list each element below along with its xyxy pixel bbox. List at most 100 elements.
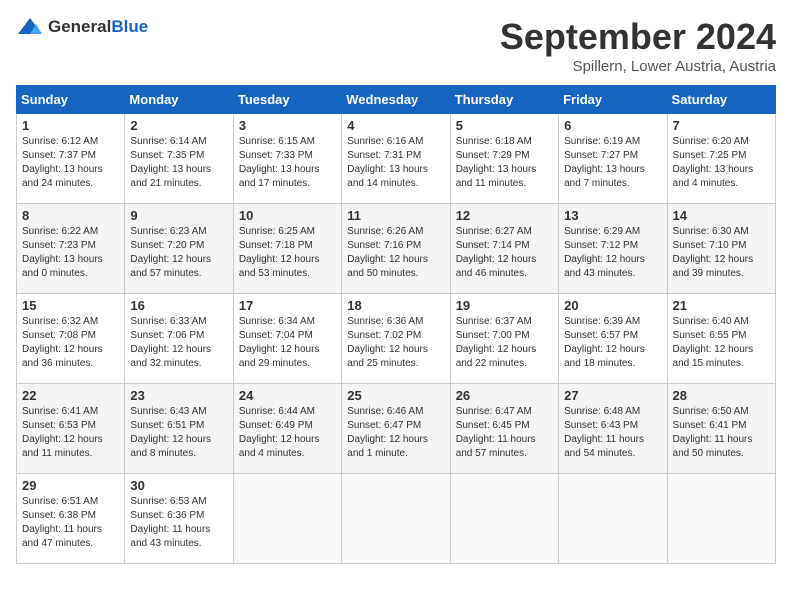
day-number: 3 (239, 118, 336, 133)
day-info: Sunrise: 6:18 AM Sunset: 7:29 PM Dayligh… (456, 135, 553, 191)
day-info: Sunrise: 6:29 AM Sunset: 7:12 PM Dayligh… (564, 225, 661, 281)
day-info: Sunrise: 6:40 AM Sunset: 6:55 PM Dayligh… (673, 315, 770, 371)
calendar-week-row: 1 Sunrise: 6:12 AM Sunset: 7:37 PM Daylig… (17, 114, 776, 204)
day-info: Sunrise: 6:19 AM Sunset: 7:27 PM Dayligh… (564, 135, 661, 191)
calendar-cell: 11 Sunrise: 6:26 AM Sunset: 7:16 PM Dayli… (342, 204, 450, 294)
weekday-header-row: SundayMondayTuesdayWednesdayThursdayFrid… (17, 86, 776, 114)
logo-general: General (48, 17, 111, 36)
calendar-subtitle: Spillern, Lower Austria, Austria (500, 58, 776, 75)
day-info: Sunrise: 6:48 AM Sunset: 6:43 PM Dayligh… (564, 405, 661, 461)
day-info: Sunrise: 6:25 AM Sunset: 7:18 PM Dayligh… (239, 225, 336, 281)
day-info: Sunrise: 6:34 AM Sunset: 7:04 PM Dayligh… (239, 315, 336, 371)
calendar-cell: 15 Sunrise: 6:32 AM Sunset: 7:08 PM Dayli… (17, 294, 125, 384)
day-number: 14 (673, 208, 770, 223)
weekday-header-sunday: Sunday (17, 86, 125, 114)
calendar-cell: 1 Sunrise: 6:12 AM Sunset: 7:37 PM Daylig… (17, 114, 125, 204)
calendar-cell: 14 Sunrise: 6:30 AM Sunset: 7:10 PM Dayli… (667, 204, 775, 294)
calendar-cell: 17 Sunrise: 6:34 AM Sunset: 7:04 PM Dayli… (233, 294, 341, 384)
calendar-week-row: 8 Sunrise: 6:22 AM Sunset: 7:23 PM Daylig… (17, 204, 776, 294)
calendar-table: SundayMondayTuesdayWednesdayThursdayFrid… (16, 85, 776, 564)
calendar-week-row: 22Sunrise: 6:41 AM Sunset: 6:53 PM Dayli… (17, 384, 776, 474)
day-number: 24 (239, 388, 336, 403)
calendar-cell: 2Sunrise: 6:14 AM Sunset: 7:35 PM Daylig… (125, 114, 233, 204)
calendar-cell (450, 474, 558, 564)
logo: GeneralBlue (16, 16, 148, 38)
day-info: Sunrise: 6:47 AM Sunset: 6:45 PM Dayligh… (456, 405, 553, 461)
weekday-header-monday: Monday (125, 86, 233, 114)
day-number: 26 (456, 388, 553, 403)
day-info: Sunrise: 6:22 AM Sunset: 7:23 PM Dayligh… (22, 225, 119, 281)
day-info: Sunrise: 6:15 AM Sunset: 7:33 PM Dayligh… (239, 135, 336, 191)
day-number: 20 (564, 298, 661, 313)
day-number: 8 (22, 208, 119, 223)
calendar-cell: 24 Sunrise: 6:44 AM Sunset: 6:49 PM Dayli… (233, 384, 341, 474)
calendar-cell: 19 Sunrise: 6:37 AM Sunset: 7:00 PM Dayli… (450, 294, 558, 384)
day-info: Sunrise: 6:16 AM Sunset: 7:31 PM Dayligh… (347, 135, 444, 191)
calendar-cell: 3 Sunrise: 6:15 AM Sunset: 7:33 PM Daylig… (233, 114, 341, 204)
day-number: 1 (22, 118, 119, 133)
weekday-header-friday: Friday (559, 86, 667, 114)
day-info: Sunrise: 6:51 AM Sunset: 6:38 PM Dayligh… (22, 495, 119, 551)
calendar-cell (559, 474, 667, 564)
calendar-cell: 7 Sunrise: 6:20 AM Sunset: 7:25 PM Daylig… (667, 114, 775, 204)
day-info: Sunrise: 6:44 AM Sunset: 6:49 PM Dayligh… (239, 405, 336, 461)
calendar-title: September 2024 (500, 16, 776, 58)
calendar-cell: 10 Sunrise: 6:25 AM Sunset: 7:18 PM Dayli… (233, 204, 341, 294)
day-info: Sunrise: 6:39 AM Sunset: 6:57 PM Dayligh… (564, 315, 661, 371)
day-number: 23 (130, 388, 227, 403)
day-number: 11 (347, 208, 444, 223)
day-number: 13 (564, 208, 661, 223)
day-number: 29 (22, 478, 119, 493)
day-number: 12 (456, 208, 553, 223)
day-info: Sunrise: 6:41 AM Sunset: 6:53 PM Dayligh… (22, 405, 119, 461)
weekday-header-wednesday: Wednesday (342, 86, 450, 114)
day-info: Sunrise: 6:32 AM Sunset: 7:08 PM Dayligh… (22, 315, 119, 371)
day-info: Sunrise: 6:20 AM Sunset: 7:25 PM Dayligh… (673, 135, 770, 191)
calendar-cell: 28 Sunrise: 6:50 AM Sunset: 6:41 PM Dayli… (667, 384, 775, 474)
day-number: 27 (564, 388, 661, 403)
calendar-cell: 29 Sunrise: 6:51 AM Sunset: 6:38 PM Dayli… (17, 474, 125, 564)
calendar-week-row: 29 Sunrise: 6:51 AM Sunset: 6:38 PM Dayli… (17, 474, 776, 564)
day-number: 28 (673, 388, 770, 403)
calendar-cell: 30 Sunrise: 6:53 AM Sunset: 6:36 PM Dayli… (125, 474, 233, 564)
day-info: Sunrise: 6:43 AM Sunset: 6:51 PM Dayligh… (130, 405, 227, 461)
calendar-cell: 27 Sunrise: 6:48 AM Sunset: 6:43 PM Dayli… (559, 384, 667, 474)
calendar-cell: 23 Sunrise: 6:43 AM Sunset: 6:51 PM Dayli… (125, 384, 233, 474)
calendar-cell: 13 Sunrise: 6:29 AM Sunset: 7:12 PM Dayli… (559, 204, 667, 294)
day-info: Sunrise: 6:26 AM Sunset: 7:16 PM Dayligh… (347, 225, 444, 281)
day-info: Sunrise: 6:14 AM Sunset: 7:35 PM Dayligh… (130, 135, 227, 191)
calendar-cell (342, 474, 450, 564)
day-number: 16 (130, 298, 227, 313)
day-number: 7 (673, 118, 770, 133)
day-info: Sunrise: 6:23 AM Sunset: 7:20 PM Dayligh… (130, 225, 227, 281)
day-number: 15 (22, 298, 119, 313)
day-number: 25 (347, 388, 444, 403)
logo-icon (16, 16, 44, 38)
title-area: September 2024 Spillern, Lower Austria, … (500, 16, 776, 75)
day-info: Sunrise: 6:46 AM Sunset: 6:47 PM Dayligh… (347, 405, 444, 461)
calendar-cell (667, 474, 775, 564)
day-info: Sunrise: 6:27 AM Sunset: 7:14 PM Dayligh… (456, 225, 553, 281)
calendar-cell: 22Sunrise: 6:41 AM Sunset: 6:53 PM Dayli… (17, 384, 125, 474)
calendar-cell: 20 Sunrise: 6:39 AM Sunset: 6:57 PM Dayli… (559, 294, 667, 384)
day-info: Sunrise: 6:50 AM Sunset: 6:41 PM Dayligh… (673, 405, 770, 461)
day-number: 10 (239, 208, 336, 223)
day-info: Sunrise: 6:30 AM Sunset: 7:10 PM Dayligh… (673, 225, 770, 281)
calendar-cell: 25 Sunrise: 6:46 AM Sunset: 6:47 PM Dayli… (342, 384, 450, 474)
calendar-cell: 18Sunrise: 6:36 AM Sunset: 7:02 PM Dayli… (342, 294, 450, 384)
weekday-header-thursday: Thursday (450, 86, 558, 114)
calendar-cell: 8 Sunrise: 6:22 AM Sunset: 7:23 PM Daylig… (17, 204, 125, 294)
weekday-header-saturday: Saturday (667, 86, 775, 114)
calendar-cell: 21Sunrise: 6:40 AM Sunset: 6:55 PM Dayli… (667, 294, 775, 384)
calendar-cell: 12 Sunrise: 6:27 AM Sunset: 7:14 PM Dayli… (450, 204, 558, 294)
day-number: 30 (130, 478, 227, 493)
calendar-cell: 26 Sunrise: 6:47 AM Sunset: 6:45 PM Dayli… (450, 384, 558, 474)
day-info: Sunrise: 6:37 AM Sunset: 7:00 PM Dayligh… (456, 315, 553, 371)
page-header: GeneralBlue September 2024 Spillern, Low… (16, 16, 776, 75)
day-number: 17 (239, 298, 336, 313)
calendar-cell: 5Sunrise: 6:18 AM Sunset: 7:29 PM Daylig… (450, 114, 558, 204)
day-info: Sunrise: 6:53 AM Sunset: 6:36 PM Dayligh… (130, 495, 227, 551)
day-info: Sunrise: 6:12 AM Sunset: 7:37 PM Dayligh… (22, 135, 119, 191)
day-number: 19 (456, 298, 553, 313)
day-number: 18 (347, 298, 444, 313)
